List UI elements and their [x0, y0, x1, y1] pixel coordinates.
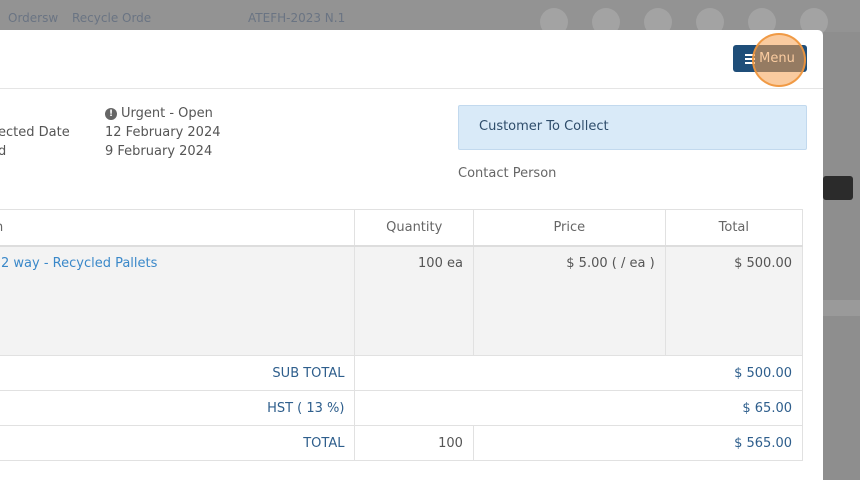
- background-block: [822, 300, 860, 316]
- expected-date-value: 12 February 2024: [105, 125, 221, 140]
- order-status-label: Urgent - Open: [121, 106, 213, 121]
- order-date-label: d: [0, 144, 7, 159]
- exclamation-icon: !: [105, 107, 117, 120]
- order-modal: Menu ! Urgent - Open ected Date 12 Febru…: [0, 30, 823, 480]
- hamburger-icon: [745, 52, 756, 66]
- tax-label: HST ( 13 %): [0, 390, 356, 426]
- order-date-value: 9 February 2024: [105, 144, 213, 159]
- delivery-method-box: Customer To Collect: [458, 105, 807, 150]
- tax-value: $ 65.00: [354, 390, 803, 426]
- sub-total-value: $ 500.00: [354, 355, 803, 391]
- table-row: 2 way - Recycled Pallets 100 ea $ 5.00 (…: [0, 245, 804, 356]
- modal-header: Menu: [0, 30, 823, 89]
- item-column-header: n: [0, 209, 356, 247]
- total-row: TOTAL 100 $ 565.00: [0, 425, 804, 461]
- item-quantity: 100 ea: [354, 245, 474, 356]
- total-label: TOTAL: [0, 425, 356, 461]
- price-column-header: Price: [472, 209, 666, 247]
- item-link[interactable]: 2 way - Recycled Pallets: [0, 245, 356, 356]
- background-dark-button: [823, 176, 853, 200]
- contact-person-label: Contact Person: [458, 166, 557, 181]
- background-breadcrumb-3: ATEFH-2023 N.1: [248, 11, 346, 25]
- background-breadcrumb-2: Recycle Orde: [72, 11, 152, 25]
- item-price: $ 5.00 ( / ea ): [472, 245, 666, 356]
- order-status: ! Urgent - Open: [105, 106, 213, 121]
- quantity-column-header: Quantity: [354, 209, 474, 247]
- background-header: Ordersw Recycle Orde ATEFH-2023 N.1: [0, 0, 860, 36]
- tax-row: HST ( 13 %) $ 65.00: [0, 390, 803, 426]
- expected-date-label: ected Date: [0, 125, 70, 140]
- table-header-row: n Quantity Price Total: [0, 209, 804, 247]
- item-total: $ 500.00: [664, 245, 804, 356]
- background-breadcrumb-1: Ordersw: [8, 11, 59, 25]
- sub-total-label: SUB TOTAL: [0, 355, 356, 391]
- total-quantity: 100: [354, 425, 474, 461]
- order-items-table: n Quantity Price Total 2 way - Recycled …: [0, 209, 804, 461]
- menu-button-label: Menu: [759, 51, 795, 66]
- sub-total-row: SUB TOTAL $ 500.00: [0, 355, 803, 391]
- grand-total-value: $ 565.00: [472, 425, 804, 461]
- menu-button[interactable]: Menu: [733, 45, 807, 72]
- total-column-header: Total: [664, 209, 804, 247]
